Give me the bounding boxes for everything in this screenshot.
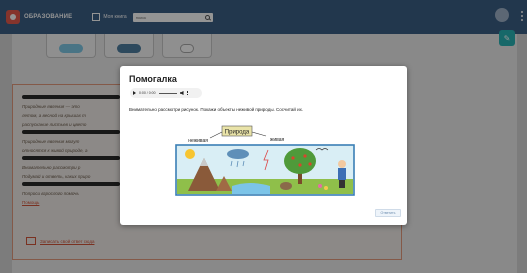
helper-dialog: Помогалка 0:00 / 0:00 Внимательно рассмо… [120,66,407,225]
apple [308,162,312,166]
child-legs [339,180,345,188]
right-connector [251,131,267,137]
sun-icon [185,149,195,159]
nature-label: Природа [225,130,250,136]
apple [298,163,302,167]
child-body [338,168,346,180]
animal-icon [280,182,292,190]
apple [303,154,307,158]
tree-crown [284,148,316,174]
child-head [338,160,346,168]
left-connector [209,131,223,139]
rain-cloud-icon [227,149,249,159]
flower-icon [324,186,328,190]
flower-icon [318,184,322,188]
submit-button[interactable]: Ответить [375,209,401,217]
nonliving-label: неживая [188,138,208,144]
apple [291,156,295,160]
water [232,183,270,194]
nature-illustration: Природа неживая живая [175,125,355,196]
living-label: живая [270,137,285,143]
